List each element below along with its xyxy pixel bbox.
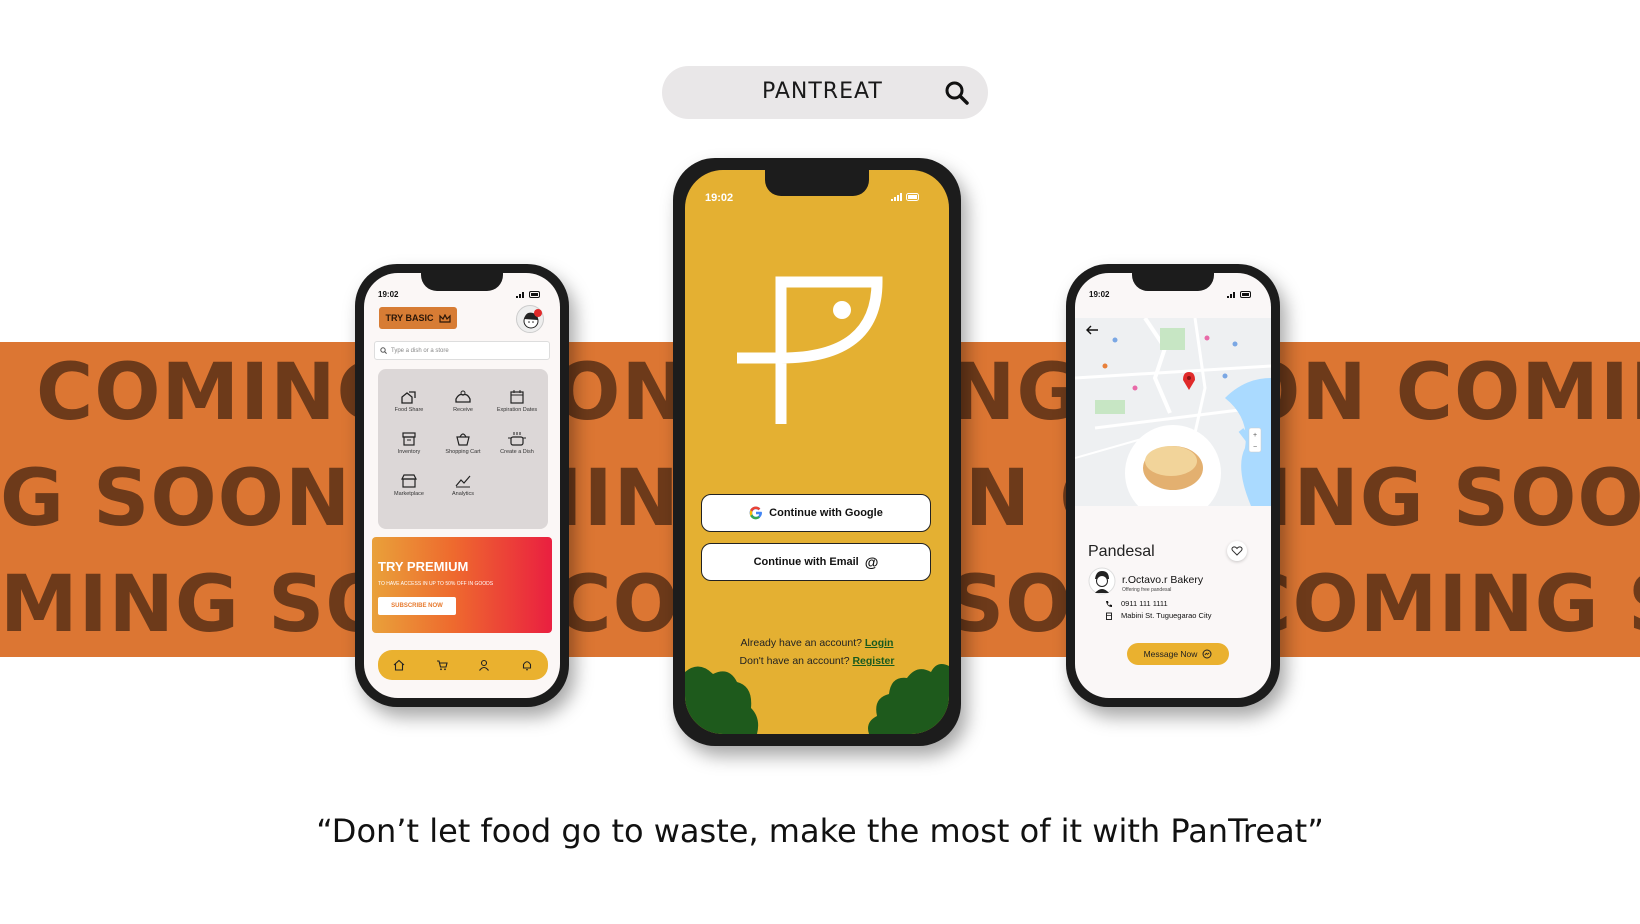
crown-icon	[438, 313, 451, 323]
store-address-row: Mabini St. Tuguegarao City	[1105, 611, 1211, 620]
pot-icon	[508, 432, 526, 446]
battery-icon	[1240, 291, 1251, 298]
messenger-icon	[1202, 649, 1212, 659]
login-screen: 19:02 Continue with Google Continue with…	[685, 170, 949, 734]
battery-icon	[529, 291, 540, 298]
at-sign-icon: @	[864, 554, 879, 570]
bottom-nav	[378, 650, 548, 680]
premium-card: TRY PREMIUM TO HAVE ACCESS IN UP TO 50% …	[372, 537, 552, 633]
store-address: Mabini St. Tuguegarao City	[1121, 611, 1212, 620]
have-account-text: Already have an account?	[740, 637, 862, 649]
calendar-icon	[510, 390, 524, 404]
map-graphic: + −	[1075, 318, 1271, 506]
search-icon[interactable]	[944, 80, 970, 106]
shopping-cart-icon	[456, 433, 470, 446]
store-map[interactable]: + −	[1075, 318, 1271, 506]
battery-icon	[906, 193, 919, 201]
receive-icon	[455, 390, 471, 403]
phone-notch	[421, 273, 503, 291]
try-basic-button[interactable]: TRY BASIC	[379, 307, 457, 329]
store-phone-row: 0911 111 1111	[1105, 599, 1168, 608]
phone-home-screen: 19:02 TRY BASIC Type a dish or a store F…	[355, 264, 569, 707]
grid-item-expiration-dates[interactable]: Expiration Dates	[494, 389, 540, 414]
search-icon	[380, 347, 387, 354]
phone-notch	[765, 170, 869, 196]
store-name[interactable]: r.Octavo.r Bakery	[1122, 574, 1203, 586]
continue-email-label: Continue with Email	[753, 556, 859, 568]
favorite-button[interactable]	[1227, 541, 1247, 561]
grid-item-receive[interactable]: Receive	[440, 389, 486, 414]
food-share-icon	[401, 391, 416, 404]
login-link[interactable]: Login	[865, 637, 894, 649]
signal-icon	[1227, 292, 1235, 298]
tagline: “Don’t let food go to waste, make the mo…	[316, 812, 1324, 850]
message-now-label: Message Now	[1143, 649, 1198, 659]
phone-product-screen: 19:02 + − Pandesal r.Octavo.r Bakery Off…	[1066, 264, 1280, 707]
status-time: 19:02	[378, 290, 399, 299]
store-tagline: Offering free pandesal	[1122, 587, 1172, 593]
login-prompt: Already have an account? Login	[685, 637, 949, 649]
store-avatar-icon	[1088, 567, 1116, 595]
product-screen: 19:02 + − Pandesal r.Octavo.r Bakery Off…	[1075, 273, 1271, 698]
continue-email-button[interactable]: Continue with Email @	[701, 543, 931, 581]
avatar-icon	[523, 309, 542, 329]
grid-item-shopping-cart[interactable]: Shopping Cart	[440, 431, 486, 456]
home-icon[interactable]	[393, 659, 405, 671]
search-label: PANTREAT	[762, 79, 883, 104]
premium-title: TRY PREMIUM	[378, 559, 469, 574]
continue-google-button[interactable]: Continue with Google	[701, 494, 931, 532]
avatar[interactable]	[516, 305, 544, 333]
grid-item-analytics[interactable]: Analytics	[440, 473, 486, 498]
svg-text:+: +	[1253, 432, 1257, 439]
status-time: 19:02	[705, 192, 734, 204]
cart-icon[interactable]	[436, 659, 448, 671]
grid-item-create-dish[interactable]: Create a Dish	[494, 431, 540, 456]
back-arrow-icon[interactable]	[1085, 325, 1099, 335]
bell-icon[interactable]	[521, 659, 533, 671]
subscribe-button[interactable]: SUBSCRIBE NOW	[378, 597, 456, 615]
analytics-icon	[455, 475, 471, 488]
search-bar[interactable]: PANTREAT	[662, 66, 988, 119]
status-time: 19:02	[1089, 290, 1110, 299]
profile-icon[interactable]	[478, 659, 490, 671]
store-icon	[401, 474, 417, 488]
google-icon	[749, 506, 763, 520]
home-screen: 19:02 TRY BASIC Type a dish or a store F…	[364, 273, 560, 698]
message-now-button[interactable]: Message Now	[1127, 643, 1229, 665]
pantreat-logo-icon	[737, 276, 883, 424]
bushes-decoration	[685, 664, 949, 734]
dish-search-placeholder: Type a dish or a store	[391, 347, 449, 354]
grid-item-inventory[interactable]: Inventory	[386, 431, 432, 456]
status-icons	[516, 291, 541, 298]
grid-item-food-share[interactable]: Food Share	[386, 389, 432, 414]
phone-icon	[1106, 600, 1112, 607]
phone-login-screen: 19:02 Continue with Google Continue with…	[673, 158, 961, 746]
heart-icon	[1231, 546, 1243, 556]
inventory-icon	[402, 432, 416, 446]
phone-notch	[1132, 273, 1214, 291]
status-icons	[1227, 291, 1252, 298]
signal-icon	[516, 292, 524, 298]
grid-item-marketplace[interactable]: Marketplace	[386, 473, 432, 498]
building-icon	[1106, 612, 1112, 620]
premium-subtitle: TO HAVE ACCESS IN UP TO 50% OFF IN GOODS	[378, 581, 494, 587]
signal-icon	[891, 193, 902, 201]
svg-text:−: −	[1253, 444, 1257, 451]
continue-google-label: Continue with Google	[769, 507, 883, 519]
status-icons	[891, 193, 920, 201]
dish-search-input[interactable]: Type a dish or a store	[374, 341, 550, 360]
product-name: Pandesal	[1088, 543, 1155, 560]
try-basic-label: TRY BASIC	[385, 313, 434, 323]
store-phone: 0911 111 1111	[1121, 599, 1168, 608]
features-grid: Food Share Receive Expiration Dates Inve…	[378, 369, 548, 529]
